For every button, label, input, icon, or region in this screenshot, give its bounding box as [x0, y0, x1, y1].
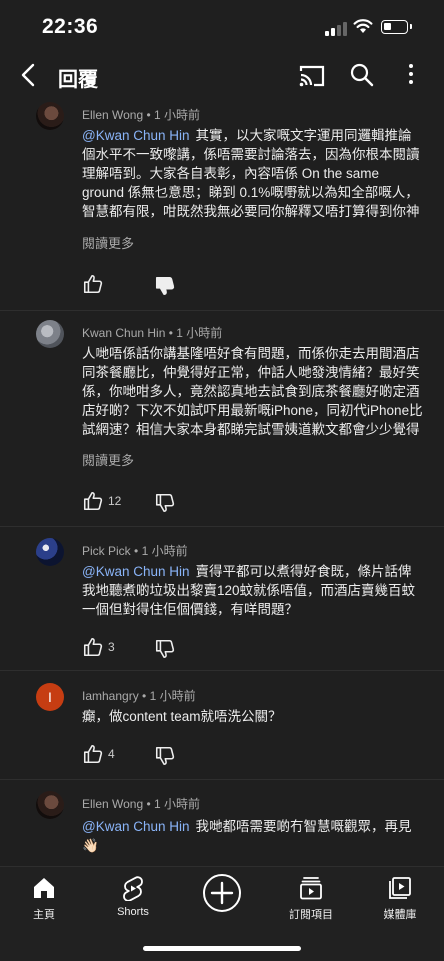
meta-separator: • — [134, 544, 139, 558]
comment-item: Ellen Wong • 1 小時前 @Kwan Chun Hin 其實，以大家嘅… — [0, 100, 444, 300]
bottom-nav: 主頁 Shorts 訂閱項目 媒體庫 — [0, 866, 444, 961]
home-indicator — [143, 946, 301, 951]
comment-item: I Iamhangry • 1 小時前 癲，做content team就唔洗公關… — [0, 681, 444, 781]
cast-icon[interactable] — [298, 63, 326, 89]
comment-text: 癲，做content team就唔洗公關？ — [82, 707, 424, 726]
home-icon — [34, 878, 54, 898]
meta-separator: • — [146, 108, 151, 122]
read-more-link[interactable]: 閱讀更多 — [82, 233, 134, 252]
comment-item: Ellen Wong • 1 小時前 @Kwan Chun Hin 我哋都唔需要啲… — [0, 789, 444, 865]
comment-body: 癲，做content team就唔洗公關？ — [82, 709, 282, 724]
more-vert-icon[interactable] — [404, 64, 418, 86]
comment-item: Kwan Chun Hin • 1 小時前 人哋唔係話你講基隆唔好食有問題，而係… — [0, 318, 444, 518]
thumb-up-icon[interactable] — [82, 273, 104, 295]
comment-text: @Kwan Chun Hin 其實，以大家嘅文字運用同邏輯推論個水平不一致嚟講，係… — [82, 126, 424, 221]
back-arrow-icon[interactable] — [14, 60, 44, 90]
comment-time: 1 小時前 — [154, 797, 201, 811]
status-time: 22:36 — [42, 15, 99, 38]
avatar[interactable] — [36, 538, 64, 566]
subscriptions-icon — [300, 877, 322, 900]
comment-author[interactable]: Ellen Wong — [82, 797, 143, 811]
comment-meta: Iamhangry • 1 小時前 — [82, 687, 196, 704]
nav-library[interactable]: 媒體庫 — [356, 875, 444, 925]
avatar[interactable] — [36, 102, 64, 130]
nav-label: 媒體庫 — [383, 909, 417, 921]
read-more-link[interactable]: 閱讀更多 — [82, 450, 134, 469]
app-bar: 回覆 — [0, 54, 444, 96]
thumb-down-icon[interactable] — [154, 492, 176, 514]
status-bar: 22:36 — [0, 0, 444, 54]
divider — [0, 779, 444, 780]
comment-meta: Ellen Wong • 1 小時前 — [82, 106, 200, 123]
battery-icon — [381, 20, 412, 34]
comment-body: 人哋唔係話你講基隆唔好食有問題，而係你走去用間酒店同茶餐廳比，仲覺得好正常，仲話… — [82, 346, 423, 437]
comment-time: 1 小時前 — [149, 689, 196, 703]
comment-time: 1 小時前 — [176, 326, 223, 340]
comment-author[interactable]: Ellen Wong — [82, 108, 143, 122]
comment-meta: Pick Pick • 1 小時前 — [82, 542, 188, 559]
comment-meta: Kwan Chun Hin • 1 小時前 — [82, 324, 222, 341]
page-title: 回覆 — [58, 69, 98, 91]
nav-subscriptions[interactable]: 訂閱項目 — [267, 875, 355, 925]
create-icon[interactable] — [202, 873, 242, 913]
nav-label: 訂閱項目 — [289, 909, 333, 921]
comment-time: 1 小時前 — [141, 544, 188, 558]
divider — [0, 526, 444, 527]
meta-separator: • — [146, 797, 151, 811]
thumb-up-icon[interactable] — [82, 743, 104, 765]
comment-time: 1 小時前 — [154, 108, 201, 122]
like-count: 12 — [108, 494, 122, 508]
comment-text: @Kwan Chun Hin 我哋都唔需要啲冇智慧嘅觀眾，再見👋🏻 — [82, 817, 424, 861]
nav-label: Shorts — [117, 906, 149, 918]
divider — [0, 670, 444, 671]
shorts-icon — [123, 876, 143, 901]
comment-author[interactable]: Pick Pick — [82, 544, 131, 558]
nav-shorts[interactable]: Shorts — [89, 875, 177, 925]
avatar[interactable] — [36, 791, 64, 819]
comment-author[interactable]: Iamhangry — [82, 689, 139, 703]
comment-author[interactable]: Kwan Chun Hin — [82, 326, 165, 340]
thumb-up-icon[interactable] — [82, 490, 104, 512]
search-icon[interactable] — [349, 62, 375, 88]
divider — [0, 310, 444, 311]
avatar-letter: I — [48, 689, 52, 705]
avatar[interactable]: I — [36, 683, 64, 711]
thumb-down-icon[interactable] — [154, 638, 176, 660]
library-icon — [389, 877, 411, 899]
comment-item: Pick Pick • 1 小時前 @Kwan Chun Hin 賣得平都可以煮得… — [0, 536, 444, 661]
signal-icon — [325, 22, 347, 36]
like-count: 3 — [108, 640, 115, 654]
thumb-down-icon[interactable] — [154, 275, 176, 297]
nav-home[interactable]: 主頁 — [0, 875, 88, 925]
mention-link[interactable]: @Kwan Chun Hin — [82, 564, 190, 579]
mention-link[interactable]: @Kwan Chun Hin — [82, 128, 190, 143]
wifi-icon — [353, 19, 373, 33]
thumb-down-icon[interactable] — [154, 745, 176, 767]
avatar[interactable] — [36, 320, 64, 348]
comment-text: 人哋唔係話你講基隆唔好食有問題，而係你走去用間酒店同茶餐廳比，仲覺得好正常，仲話… — [82, 344, 424, 439]
meta-separator: • — [142, 689, 147, 703]
nav-label: 主頁 — [33, 909, 55, 921]
thumb-up-icon[interactable] — [82, 636, 104, 658]
comment-text: @Kwan Chun Hin 賣得平都可以煮得好食既，條片話俾我地聽煮啲垃圾出黎賣… — [82, 562, 424, 622]
meta-separator: • — [168, 326, 173, 340]
mention-link[interactable]: @Kwan Chun Hin — [82, 819, 190, 834]
like-count: 4 — [108, 747, 115, 761]
comment-meta: Ellen Wong • 1 小時前 — [82, 795, 200, 812]
